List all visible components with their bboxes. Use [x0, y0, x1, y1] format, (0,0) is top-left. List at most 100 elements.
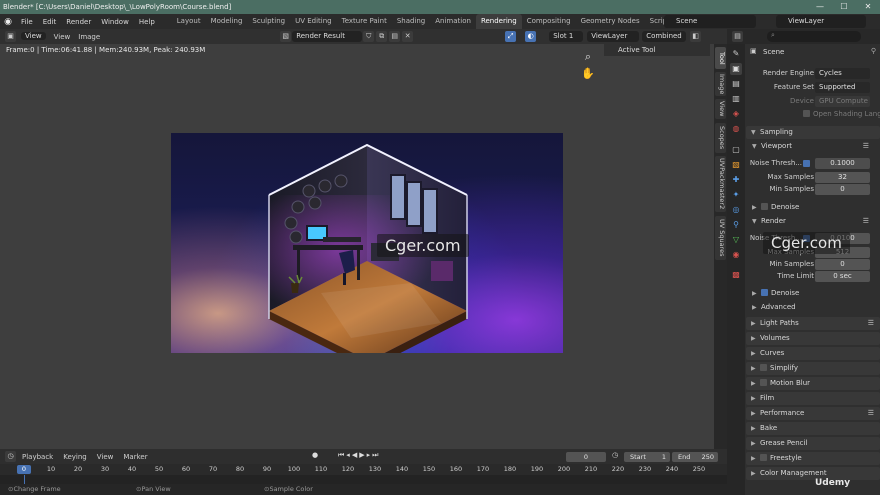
pin-icon[interactable]: ⚲ — [871, 47, 876, 55]
viewport-denoise-checkbox[interactable] — [761, 203, 768, 210]
sidebar-toggle-icon[interactable]: ◧ — [690, 31, 702, 42]
viewport-denoise-subpanel[interactable]: ▶ Denoise — [751, 201, 875, 214]
menu-marker[interactable]: Marker — [118, 453, 152, 461]
performance-panel[interactable]: ▶ Performance ☰ — [746, 407, 880, 420]
view-dropdown[interactable]: View — [17, 31, 50, 42]
display-channels-icon[interactable]: ◐ — [525, 31, 537, 42]
motion-blur-checkbox[interactable] — [760, 379, 767, 386]
simplify-checkbox[interactable] — [760, 364, 767, 371]
end-frame-field[interactable]: End 250 — [672, 452, 718, 462]
layer-selector[interactable]: ViewLayer — [587, 31, 640, 42]
world-tab-icon[interactable]: ◍ — [730, 123, 742, 135]
viewport-max-samples-field[interactable]: 32 — [815, 172, 870, 183]
tab-sculpting[interactable]: Sculpting — [247, 14, 290, 29]
light-paths-panel[interactable]: ▶ Light Paths ☰ — [746, 317, 880, 330]
constraints-tab-icon[interactable]: ⚲ — [730, 219, 742, 231]
physics-tab-icon[interactable]: ◎ — [730, 204, 742, 216]
tab-shading[interactable]: Shading — [392, 14, 430, 29]
output-tab-icon[interactable]: ▤ — [730, 78, 742, 90]
bake-panel[interactable]: ▶ Bake — [746, 422, 880, 435]
menu-edit[interactable]: Edit — [38, 18, 62, 26]
volumes-panel[interactable]: ▶ Volumes — [746, 332, 880, 345]
tab-animation[interactable]: Animation — [430, 14, 476, 29]
material-tab-icon[interactable]: ◉ — [730, 249, 742, 261]
advanced-subpanel[interactable]: ▶ Advanced — [751, 301, 875, 314]
presets-list-icon[interactable]: ☰ — [868, 407, 874, 420]
zoom-icon[interactable]: ⌕ — [581, 50, 595, 67]
maximize-button[interactable]: ☐ — [832, 0, 856, 14]
presets-list-icon[interactable]: ☰ — [863, 215, 869, 228]
properties-editor-type-icon[interactable]: ▤ — [732, 31, 743, 42]
blender-logo-icon[interactable]: ◉ — [0, 17, 16, 27]
render-subpanel[interactable]: ▼ Render ☰ — [751, 215, 875, 228]
menu-image[interactable]: Image — [74, 33, 104, 41]
simplify-panel[interactable]: ▶ Simplify — [746, 362, 880, 375]
playhead-line[interactable] — [24, 475, 25, 484]
collection-tab-icon[interactable]: ▢ — [730, 144, 742, 156]
open-image-icon[interactable]: ▤ — [389, 31, 401, 42]
viewport-noise-field[interactable]: 0.1000 — [815, 158, 870, 169]
modifier-tab-icon[interactable]: ✚ — [730, 174, 742, 186]
record-icon[interactable]: ● — [312, 451, 318, 459]
menu-help[interactable]: Help — [134, 18, 160, 26]
tab-rendering[interactable]: Rendering — [475, 14, 522, 29]
tool-tab-icon[interactable]: ✎ — [730, 48, 742, 60]
menu-keying[interactable]: Keying — [58, 453, 92, 461]
sidetab-uvpackmaster[interactable]: UVPackmaster2 — [715, 156, 726, 212]
image-name-field[interactable]: Render Result — [292, 31, 363, 42]
sidetab-tool[interactable]: Tool — [715, 47, 726, 69]
current-frame-field[interactable]: 0 — [566, 452, 606, 462]
new-image-icon[interactable]: ⧉ — [376, 31, 388, 42]
freestyle-checkbox[interactable] — [760, 454, 767, 461]
device-dropdown[interactable]: GPU Compute — [815, 96, 870, 107]
image-browse-icon[interactable]: ▧ — [280, 31, 292, 42]
frame-ruler[interactable]: 10 20 30 40 50 60 70 80 90 100 110 120 1… — [0, 464, 727, 475]
timeline-editor-type-icon[interactable]: ◷ — [5, 451, 16, 462]
active-tool-panel[interactable]: Active Tool — [604, 44, 710, 56]
scene-selector[interactable]: Scene — [664, 15, 756, 28]
clock-icon[interactable]: ◷ — [612, 451, 618, 459]
film-panel[interactable]: ▶ Film — [746, 392, 880, 405]
curves-panel[interactable]: ▶ Curves — [746, 347, 880, 360]
view-layer-tab-icon[interactable]: ▥ — [730, 93, 742, 105]
tab-geometry-nodes[interactable]: Geometry Nodes — [576, 14, 645, 29]
menu-render[interactable]: Render — [61, 18, 96, 26]
menu-window[interactable]: Window — [96, 18, 134, 26]
viewlayer-selector[interactable]: ViewLayer — [776, 15, 866, 28]
playback-controls-icon[interactable]: ⏮◂◀▶▸⏭ — [338, 451, 380, 460]
presets-list-icon[interactable]: ☰ — [868, 317, 874, 330]
minimize-button[interactable]: — — [808, 0, 832, 14]
start-frame-field[interactable]: Start 1 — [624, 452, 670, 462]
feature-set-dropdown[interactable]: Supported — [815, 82, 870, 93]
timeline-track-area[interactable] — [0, 475, 727, 484]
fake-user-icon[interactable]: ⛉ — [363, 31, 375, 42]
close-button[interactable]: ✕ — [856, 0, 880, 14]
image-viewport[interactable]: Frame:0 | Time:06:41.88 | Mem:240.93M, P… — [0, 44, 727, 449]
editor-type-icon[interactable]: ▣ — [5, 31, 16, 42]
viewport-noise-checkbox[interactable] — [803, 160, 810, 167]
menu-file[interactable]: File — [16, 18, 38, 26]
tab-texture-paint[interactable]: Texture Paint — [337, 14, 392, 29]
render-engine-dropdown[interactable]: Cycles — [815, 68, 870, 79]
view-mode-icon[interactable]: ⤢ — [505, 31, 517, 42]
render-denoise-checkbox[interactable] — [761, 289, 768, 296]
sidetab-view[interactable]: View — [715, 99, 726, 119]
freestyle-panel[interactable]: ▶ Freestyle — [746, 452, 880, 465]
particles-tab-icon[interactable]: ✦ — [730, 189, 742, 201]
pass-selector[interactable]: Combined — [642, 31, 687, 42]
tab-uv-editing[interactable]: UV Editing — [290, 14, 337, 29]
tab-compositing[interactable]: Compositing — [522, 14, 576, 29]
unlink-image-icon[interactable]: ✕ — [402, 31, 414, 42]
menu-view[interactable]: View — [50, 33, 75, 41]
texture-tab-icon[interactable]: ▩ — [730, 269, 742, 281]
viewport-subpanel[interactable]: ▼ Viewport ☰ — [751, 140, 875, 153]
render-min-samples-field[interactable]: 0 — [815, 259, 870, 270]
menu-playback[interactable]: Playback — [17, 453, 58, 461]
tab-layout[interactable]: Layout — [172, 14, 206, 29]
viewport-min-samples-field[interactable]: 0 — [815, 184, 870, 195]
presets-list-icon[interactable]: ☰ — [863, 140, 869, 153]
time-limit-field[interactable]: 0 sec — [815, 271, 870, 282]
sidetab-image[interactable]: Image — [715, 72, 726, 96]
sidetab-scopes[interactable]: Scopes — [715, 123, 726, 153]
sampling-panel[interactable]: ▼ Sampling — [746, 126, 880, 139]
